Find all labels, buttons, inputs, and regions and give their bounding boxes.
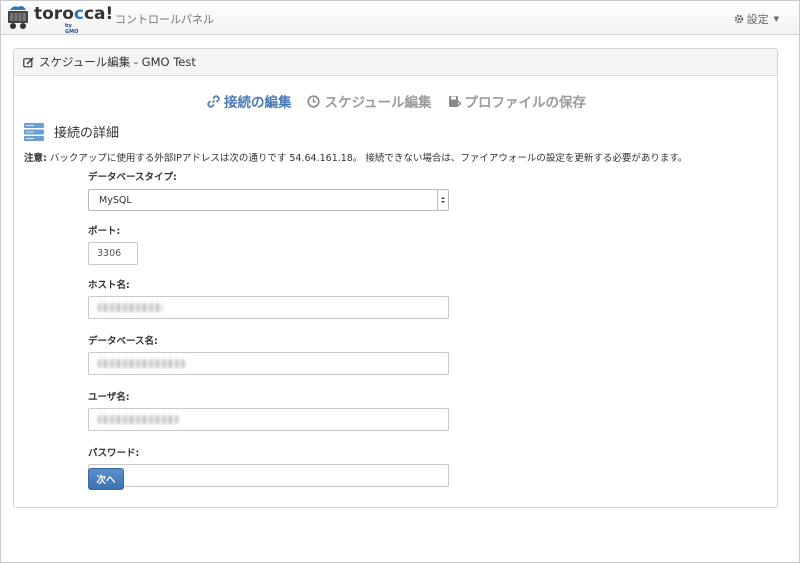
link-icon [207,94,220,108]
password-input[interactable] [88,464,449,487]
step-label: 接続の編集 [223,95,292,111]
step-label: プロファイルの保存 [464,95,587,111]
db-name-input[interactable] [88,352,449,375]
host-label: ホスト名: [88,280,130,291]
db-type-value: MySQL [99,194,132,206]
brand-sub: by GMO [65,23,79,35]
db-type-label: データベースタイプ: [88,172,177,183]
brand-logo[interactable]: torocca! by GMO [7,4,113,35]
user-label: ユーザ名: [88,392,130,403]
select-arrow-icon [437,190,448,210]
clock-icon [307,94,321,108]
schedule-edit-panel: スケジュール編集 - GMO Test 接続の編集 スケジュール編集 プロファイ… [13,48,778,508]
next-button[interactable]: 次へ [88,468,124,490]
notice-text: バックアップに使用する外部IPアドレスは次の通りです 54.64.161.18。… [46,153,688,164]
caret-down-icon: ▼ [773,15,779,23]
wizard-steps: 接続の編集 スケジュール編集 プロファイルの保存 [14,91,777,111]
port-value: 3306 [97,248,122,259]
ip-notice: 注意: バックアップに使用する外部IPアドレスは次の通りです 54.64.161… [24,150,687,164]
panel-heading: スケジュール編集 - GMO Test [14,49,777,76]
step-save-profile[interactable]: プロファイルの保存 [448,91,587,111]
top-navbar: torocca! by GMO コントロールパネル 設定 ▼ [1,1,799,35]
nav-title: コントロールパネル [115,13,214,26]
save-icon [448,95,461,107]
user-input[interactable] [88,408,449,431]
section-title: 接続の詳細 [54,126,120,141]
server-icon [24,122,44,141]
port-input[interactable]: 3306 [88,242,138,265]
db-name-label: データベース名: [88,336,158,347]
port-label: ポート: [88,226,121,237]
settings-label: 設定 [746,13,769,26]
notice-prefix: 注意: [24,153,47,164]
password-label: パスワード: [88,448,140,459]
gear-icon [734,14,743,24]
mine-cart-icon [8,6,28,29]
redacted-value [97,303,163,312]
redacted-value [97,359,185,368]
panel-title: スケジュール編集 - GMO Test [39,55,196,69]
host-input[interactable] [88,296,449,319]
db-type-select[interactable]: MySQL [88,189,449,211]
redacted-value [97,415,179,424]
edit-icon [23,56,34,67]
step-edit-schedule[interactable]: スケジュール編集 [307,91,432,111]
settings-menu[interactable]: 設定 ▼ [734,11,779,27]
step-edit-connection[interactable]: 接続の編集 [207,91,292,111]
connection-form: データベースタイプ: MySQL ポート: 3306 ホスト名: データベース名… [88,169,450,487]
section-header: 接続の詳細 [24,122,119,141]
brand-wordmark: torocca! [34,4,114,24]
step-label: スケジュール編集 [324,95,432,111]
